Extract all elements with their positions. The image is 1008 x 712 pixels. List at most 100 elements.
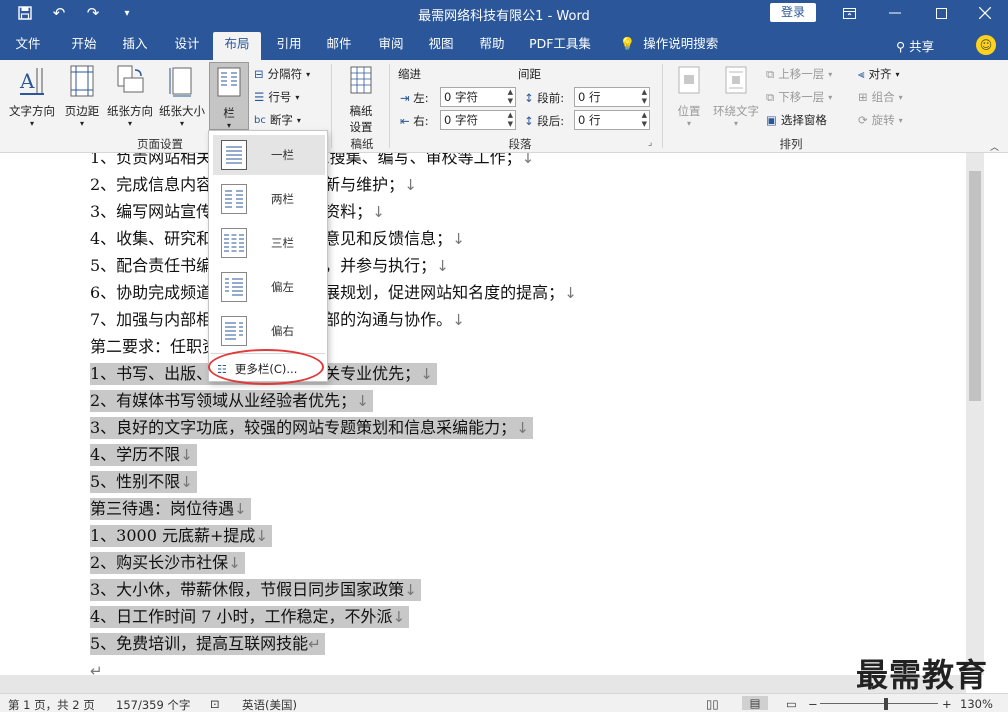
indent-left-input[interactable]: 0 字符 ▲ ▼ [440,87,516,107]
paper-size-icon [169,67,192,97]
ribbon-display-options-icon[interactable] [826,0,872,26]
tell-me-search[interactable]: 💡 操作说明搜索 [616,32,722,60]
tab-layout[interactable]: 布局 [213,32,261,60]
tab-home[interactable]: 开始 [60,32,108,60]
indent-heading: 缩进 [398,67,421,81]
group-button[interactable]: ⊞ 组合 ▾ [858,89,903,105]
document-line[interactable]: 第三待遇：岗位待遇↓ [90,498,251,520]
bring-forward-button[interactable]: ⧉ 上移一层 ▾ [766,66,832,82]
text-direction-button[interactable]: A 文字方向 ▾ [6,64,58,128]
language-indicator[interactable]: 英语(美国) [242,697,297,712]
columns-option-one[interactable]: 一栏 [213,135,325,175]
spacing-before-input[interactable]: 0 行 ▲ ▼ [574,87,650,107]
breaks-button[interactable]: ⊟ 分隔符 ▾ [254,66,310,82]
print-layout-icon[interactable]: ▤ [742,696,768,710]
position-button[interactable]: 位置 ▾ [670,64,708,128]
share-label: 共享 [909,39,935,54]
spinner-arrows-icon[interactable]: ▲ ▼ [642,88,647,106]
line-text: 5、性别不限 [90,472,181,491]
page-count[interactable]: 第 1 页，共 2 页 [8,697,95,712]
zoom-slider[interactable] [820,703,938,704]
zoom-in-icon[interactable]: + [942,697,952,711]
zoom-slider-thumb[interactable] [884,698,888,710]
customize-qat-icon[interactable]: ▾ [112,3,142,23]
watermark-logo-text: 最需教育 [856,656,989,694]
columns-button[interactable]: 栏 ▾ [209,62,249,130]
margins-button[interactable]: 页边距 ▾ [62,64,102,128]
spacing-heading: 间距 [518,67,541,81]
undo-icon[interactable]: ↶ [44,3,74,23]
align-button[interactable]: ⫷ 对齐 ▾ [858,66,900,82]
document-line[interactable]: 5、免费培训，提高互联网技能↵ [90,633,325,655]
line-text: 5、免费培训，提高互联网技能 [90,634,309,653]
spinner-arrows-icon[interactable]: ▲ ▼ [642,111,647,129]
document-line[interactable]: 2、有媒体书写领域从业经验者优先；↓ [90,390,373,412]
rotate-icon: ⟳ [858,113,868,127]
scrollbar-thumb[interactable] [969,171,981,401]
document-line[interactable]: 3、大小休，带薪休假，节假日同步国家政策↓ [90,579,421,601]
spinner-arrows-icon[interactable]: ▲ ▼ [508,111,513,129]
web-layout-icon[interactable]: ▭ [786,697,797,711]
tab-mailings[interactable]: 邮件 [316,32,362,60]
columns-option-right[interactable]: 偏右 [213,311,325,351]
line-numbers-button[interactable]: ☰ 行号 ▾ [254,89,299,105]
line-text: 第三待遇：岗位待遇 [90,499,235,518]
maximize-icon[interactable] [918,0,964,26]
tab-help[interactable]: 帮助 [469,32,515,60]
send-backward-button[interactable]: ⧉ 下移一层 ▾ [766,89,832,105]
read-mode-icon[interactable]: ▯▯ [706,697,719,711]
rotate-button[interactable]: ⟳ 旋转 ▾ [858,112,903,128]
page-setup-group-label: 页面设置 [137,137,183,151]
document-line[interactable]: 1、3000 元底薪+提成↓ [90,525,272,547]
save-icon[interactable] [10,3,40,23]
feedback-smiley-icon[interactable]: ☺ [976,35,996,55]
tab-design[interactable]: 设计 [164,32,210,60]
lightbulb-icon: 💡 [619,36,636,51]
send-backward-icon: ⧉ [766,89,775,104]
document-line[interactable]: 4、学历不限↓ [90,444,197,466]
document-line[interactable]: 6、协助完成频道和栏目相关的发展规划，促进网站知名度的提高；↓ [90,282,577,304]
manuscript-settings-button[interactable]: 稿纸 设置 [340,64,382,135]
tab-view[interactable]: 视图 [418,32,464,60]
zoom-level[interactable]: 130% [960,697,993,711]
share-button[interactable]: ⚲ 共享 [896,36,934,55]
selection-pane-button[interactable]: ▣ 选择窗格 [766,112,827,128]
tab-references[interactable]: 引用 [266,32,312,60]
paragraph-mark: ↓ [234,500,247,518]
indent-right-input[interactable]: 0 字符 ▲ ▼ [440,110,516,130]
document-line[interactable]: 2、购买长沙市社保↓ [90,552,245,574]
collapse-ribbon-icon[interactable]: ︿ [990,140,999,153]
tab-insert[interactable]: 插入 [112,32,158,60]
quick-access-toolbar: ↶ ↷ ▾ [10,3,142,23]
tab-pdf-tools[interactable]: PDF工具集 [524,32,596,60]
line-text: 4、日工作时间 7 小时，工作稳定，不外派 [90,607,393,626]
title-bar: ↶ ↷ ▾ 最需网络科技有限公1 - Word 登录 [0,0,1008,26]
redo-icon[interactable]: ↷ [78,3,108,23]
document-canvas[interactable]: 1、负责网站相关栏目/频道的信息搜集、编写、审校等工作；↓2、完成信息内容的策划… [0,153,966,693]
paragraph-mark: ↓ [404,581,417,599]
tab-review[interactable]: 审阅 [368,32,414,60]
columns-option-two[interactable]: 两栏 [213,179,325,219]
size-button[interactable]: 纸张大小 ▾ [156,64,208,128]
zoom-out-icon[interactable]: − [808,697,818,711]
columns-option-three[interactable]: 三栏 [213,223,325,263]
text-direction-icon: A [19,68,44,95]
wrap-text-icon [725,66,747,94]
document-line[interactable]: 3、良好的文字功底，较强的网站专题策划和信息采编能力；↓ [90,417,533,439]
paragraph-dialog-launcher-icon[interactable]: ⌟ [648,138,652,148]
columns-option-left[interactable]: 偏左 [213,267,325,307]
vertical-scrollbar[interactable] [966,153,984,675]
proofing-icon[interactable]: ⊡ [210,697,220,711]
spacing-after-input[interactable]: 0 行 ▲ ▼ [574,110,650,130]
document-line[interactable]: 4、日工作时间 7 小时，工作稳定，不外派↓ [90,606,410,628]
orientation-button[interactable]: 纸张方向 ▾ [104,64,156,128]
spinner-arrows-icon[interactable]: ▲ ▼ [508,88,513,106]
login-button[interactable]: 登录 [770,3,816,22]
close-icon[interactable] [962,0,1008,26]
document-line[interactable]: 5、性别不限↓ [90,471,197,493]
word-count[interactable]: 157/359 个字 [116,697,190,712]
hyphenation-button[interactable]: bc 断字 ▾ [254,112,301,128]
tab-file[interactable]: 文件 [6,32,50,60]
wrap-text-button[interactable]: 环绕文字 ▾ [710,64,762,128]
minimize-icon[interactable] [872,0,918,26]
